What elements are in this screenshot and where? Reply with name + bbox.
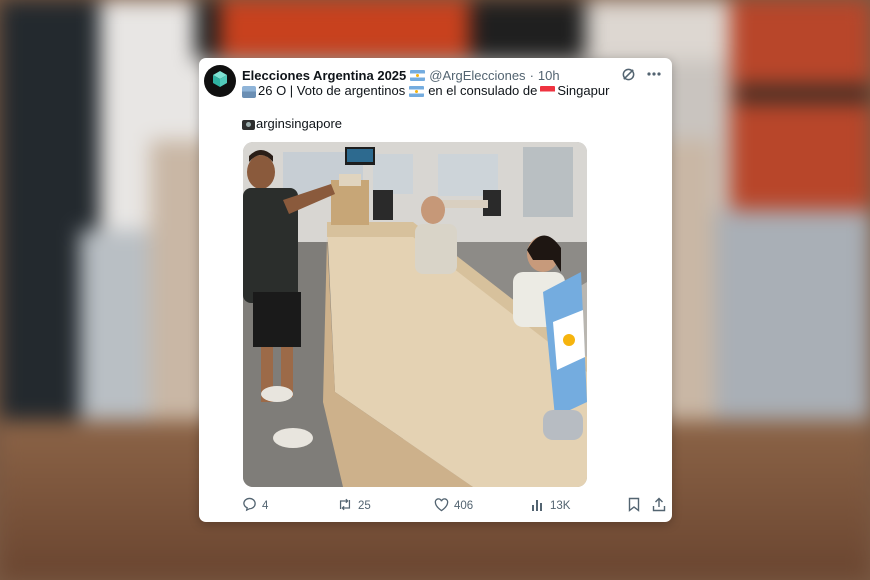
ballot-box-icon [242,85,256,98]
cube-logo-icon [210,69,230,94]
argentina-flag-icon [409,86,425,98]
more-icon[interactable] [646,66,662,82]
views-button[interactable]: 13K [531,497,570,515]
like-button[interactable]: 406 [434,497,473,515]
share-button[interactable] [652,497,666,515]
reply-count: 4 [262,500,269,512]
author-handle[interactable]: @ArgElecciones [429,68,525,83]
tweet-text-part1: 26 O | Voto de argentinos [258,83,406,98]
share-icon [652,497,666,515]
tweet-photo[interactable] [243,142,587,487]
bookmark-button[interactable] [628,497,640,515]
singapore-flag-icon [540,86,556,98]
camera-icon [242,119,255,130]
argentina-flag-icon [410,69,426,81]
grok-icon[interactable] [620,66,636,82]
tweet-header: Elecciones Argentina 2025 @ArgElecciones… [242,66,628,84]
retweet-icon [337,497,353,515]
avatar[interactable] [204,65,236,97]
views-count: 13K [550,500,571,512]
views-icon [531,498,545,515]
caption-text: arginsingapore [256,116,343,131]
retweet-count: 25 [358,500,371,512]
tweet-text: 26 O | Voto de argentinos en el consulado… [242,83,609,98]
reply-icon [242,497,257,515]
like-count: 406 [454,500,474,512]
bookmark-icon [628,497,640,515]
reply-button[interactable]: 4 [242,497,268,515]
tweet-actions: 4 25 406 13K [242,497,670,515]
heart-icon [434,497,449,515]
header-separator: · [529,67,534,83]
tweet-time[interactable]: 10h [538,68,560,83]
tweet-caption: arginsingapore [242,116,342,131]
tweet-card[interactable]: Elecciones Argentina 2025 @ArgElecciones… [199,58,672,522]
retweet-button[interactable]: 25 [337,497,371,515]
author-name[interactable]: Elecciones Argentina 2025 [242,68,406,83]
tweet-text-part3: Singapur [557,83,610,98]
tweet-text-part2: en el consulado de [428,83,538,98]
